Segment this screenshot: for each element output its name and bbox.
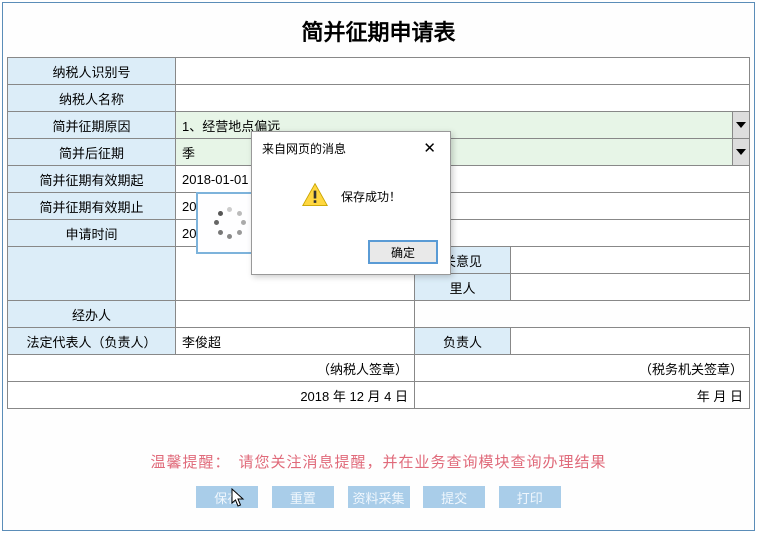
opinion-area: [8, 247, 176, 301]
approver-label: 里人: [415, 274, 511, 301]
warning-icon: [301, 181, 329, 212]
legal-rep-value: 李俊超: [176, 328, 415, 355]
reason-label: 简并征期原因: [8, 112, 176, 139]
chevron-down-icon[interactable]: [732, 112, 749, 138]
reminder-text: 请您关注消息提醒，并在业务查询模块查询办理结果: [239, 454, 607, 471]
apply-time-label: 申请时间: [8, 220, 176, 247]
responsible-label: 负责人: [415, 328, 511, 355]
print-button[interactable]: 打印: [499, 486, 561, 508]
left-date: 2018 年 12 月 4 日: [8, 382, 415, 409]
opinion-right-value: [511, 247, 750, 274]
reminder: 温馨提醒： 请您关注消息提醒，并在业务查询模块查询办理结果: [7, 451, 750, 472]
approver-value: [511, 274, 750, 301]
right-date: 年 月 日: [415, 382, 750, 409]
taxpayer-name-label: 纳税人名称: [8, 85, 176, 112]
handler-label: 经办人: [8, 301, 176, 328]
tax-org-stamp: （税务机关签章）: [415, 355, 750, 382]
page-title: 简并征期申请表: [7, 7, 750, 57]
close-icon[interactable]: ✕: [419, 139, 440, 157]
dialog-title: 来自网页的消息: [262, 140, 346, 157]
legal-rep-label: 法定代表人（负责人）: [8, 328, 176, 355]
dialog-message: 保存成功！: [341, 188, 401, 205]
button-row: 保存 重置 资料采集 提交 打印: [7, 486, 750, 508]
taxpayer-id-value[interactable]: [176, 58, 750, 85]
responsible-value: [511, 328, 750, 355]
period-value: 季: [182, 146, 195, 161]
reset-button[interactable]: 重置: [272, 486, 334, 508]
taxpayer-name-value[interactable]: [176, 85, 750, 112]
save-button[interactable]: 保存: [196, 486, 258, 508]
valid-to-label: 简并征期有效期止: [8, 193, 176, 220]
chevron-down-icon[interactable]: [732, 139, 749, 165]
valid-from-label: 简并征期有效期起: [8, 166, 176, 193]
collect-button[interactable]: 资料采集: [348, 486, 410, 508]
handler-value: [176, 301, 415, 328]
spinner-icon: [214, 207, 246, 239]
period-label: 简并后征期: [8, 139, 176, 166]
alert-dialog: 来自网页的消息 ✕ 保存成功！ 确定: [251, 131, 451, 275]
ok-button[interactable]: 确定: [368, 240, 438, 264]
reminder-label: 温馨提醒：: [150, 454, 230, 471]
taxpayer-stamp: （纳税人签章）: [8, 355, 415, 382]
submit-button[interactable]: 提交: [423, 486, 485, 508]
taxpayer-id-label: 纳税人识别号: [8, 58, 176, 85]
